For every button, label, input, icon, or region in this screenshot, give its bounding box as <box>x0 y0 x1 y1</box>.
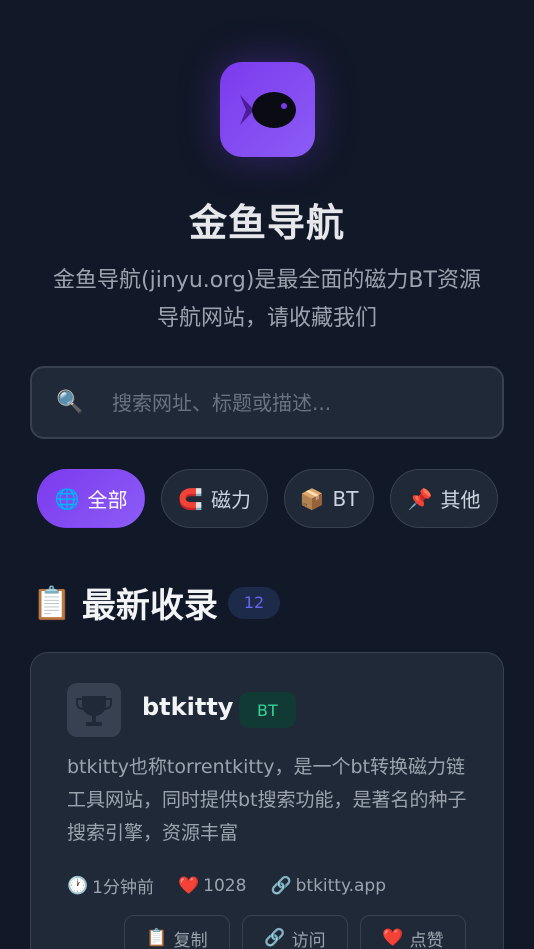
search-box[interactable]: 🔍 <box>30 366 504 439</box>
search-icon: 🔍 <box>56 390 84 415</box>
card-actions: 📋 复制 🔗 访问 ❤️ 点赞 <box>124 915 466 949</box>
clock-icon: 🕐 <box>67 875 89 896</box>
count-badge: 12 <box>227 586 281 619</box>
site-description: 金鱼导航(jinyu.org)是最全面的磁力BT资源 导航网站，请收藏我们 <box>40 262 494 338</box>
card-description: btkitty也称torrentkitty，是一个bt转换磁力链工具网站，同时提… <box>67 756 467 844</box>
filter-label: BT <box>332 486 359 511</box>
card-time: 🕐 1分钟前 <box>67 873 154 899</box>
card-time-text: 1分钟前 <box>92 878 154 898</box>
visit-button[interactable]: 🔗 访问 <box>242 915 348 949</box>
filter-label: 其他 <box>440 488 481 512</box>
filter-label: 磁力 <box>210 488 251 512</box>
section-header: 📋 最新收录 12 <box>32 578 281 627</box>
trophy-icon <box>76 696 112 726</box>
search-input[interactable] <box>112 382 502 423</box>
pin-icon: 📌 <box>407 486 433 511</box>
clipboard-icon: 📋 <box>146 928 168 948</box>
magnet-icon: 🧲 <box>178 486 203 511</box>
filter-other-button[interactable]: 📌 其他 <box>390 469 498 528</box>
card-logo <box>67 683 121 737</box>
copy-button[interactable]: 📋 复制 <box>124 915 230 949</box>
heart-icon: ❤️ <box>382 928 404 948</box>
card-domain-text: btkitty.app <box>295 875 387 896</box>
card-title[interactable]: btkitty <box>142 693 233 721</box>
link-icon: 🔗 <box>270 875 292 896</box>
site-card: btkitty BT btkitty也称torrentkitty，是一个bt转换… <box>30 652 504 949</box>
site-description-line2: 导航网站，请收藏我们 <box>156 306 377 331</box>
card-domain[interactable]: 🔗 btkitty.app <box>270 873 386 898</box>
site-logo <box>220 62 315 157</box>
category-filters: 🌐 全部 🧲 磁力 📦 BT 📌 其他 <box>37 469 498 528</box>
clipboard-icon: 📋 <box>32 583 72 622</box>
filter-label: 全部 <box>87 488 128 512</box>
card-tag-badge: BT <box>239 692 296 728</box>
package-icon: 📦 <box>299 486 325 511</box>
filter-bt-button[interactable]: 📦 BT <box>284 469 374 528</box>
globe-icon: 🌐 <box>54 486 80 511</box>
heart-icon: ❤️ <box>178 875 200 896</box>
filter-magnet-button[interactable]: 🧲 磁力 <box>161 469 268 528</box>
card-likes: ❤️ 1028 <box>178 873 246 898</box>
card-likes-count: 1028 <box>203 875 247 896</box>
link-icon: 🔗 <box>264 928 286 948</box>
fish-icon <box>239 91 296 128</box>
like-button-label: 点赞 <box>409 930 444 949</box>
site-description-line1: 金鱼导航(jinyu.org)是最全面的磁力BT资源 <box>53 268 481 293</box>
site-title: 金鱼导航 <box>188 201 345 245</box>
visit-button-label: 访问 <box>291 930 326 949</box>
section-title: 最新收录 <box>81 586 218 626</box>
filter-all-button[interactable]: 🌐 全部 <box>37 469 145 528</box>
card-meta: 🕐 1分钟前 ❤️ 1028 🔗 btkitty.app <box>67 873 386 899</box>
like-button[interactable]: ❤️ 点赞 <box>360 915 466 949</box>
copy-button-label: 复制 <box>173 930 208 949</box>
